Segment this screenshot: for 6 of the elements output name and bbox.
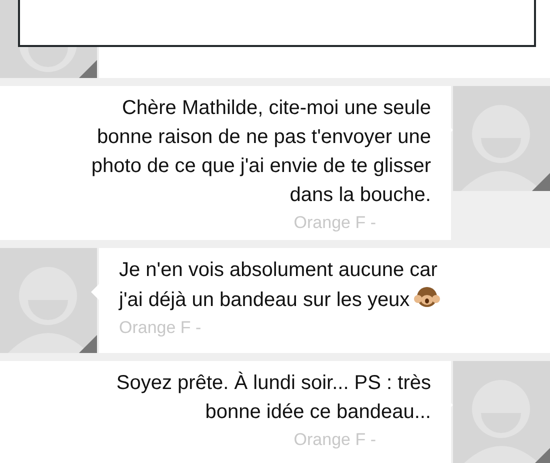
message-text: Soyez prête. À lundi soir... PS : très bonne idée ce bandeau... [115,370,431,425]
avatar-icon [453,361,550,463]
message-text: Chère Mathilde, cite-moi une seule bonne raison de ne pas t'envoyer une photo de ce que j'ai envie de te glisser dans la bouche. [90,96,431,208]
message-text: Je n'en vois absolument aucune car j'ai déjà un bandeau sur les yeux [119,256,530,315]
corner-mark [532,173,550,191]
avatar-icon [0,248,97,353]
